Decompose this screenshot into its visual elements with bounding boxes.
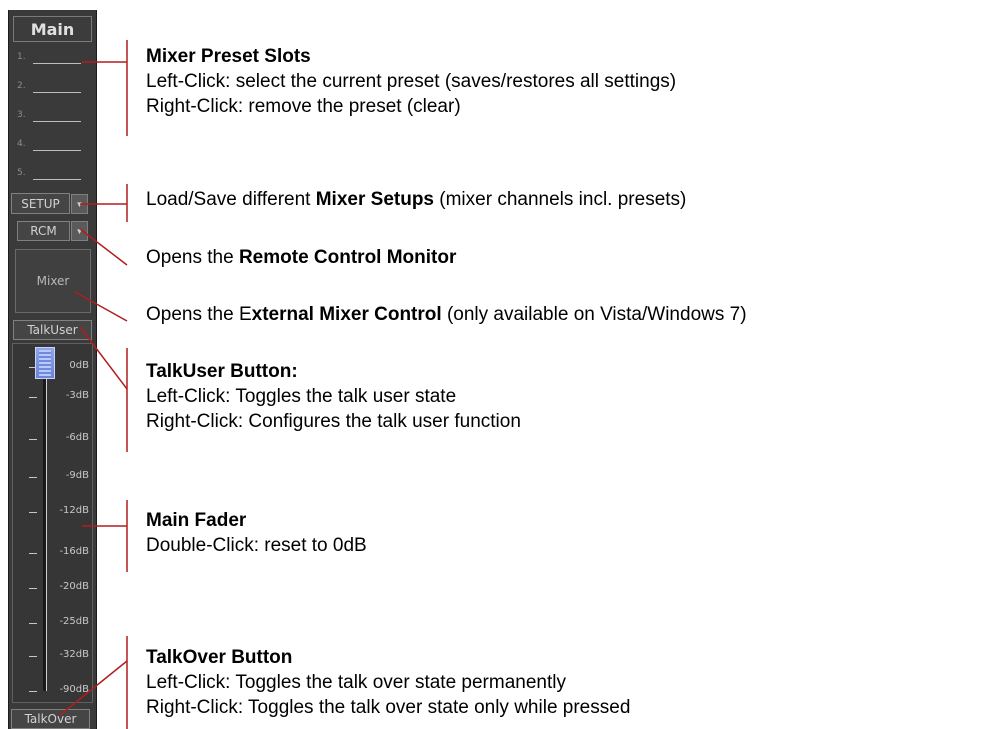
callout-line: Left-Click: Toggles the talk over state …	[146, 672, 566, 693]
talkover-leader	[59, 660, 128, 716]
callout-talkover: TalkOver Button Left-Click: Toggles the …	[146, 645, 630, 720]
callout-line: Double-Click: reset to 0dB	[146, 535, 367, 556]
callout-title: Mixer Preset Slots	[146, 46, 311, 67]
callout-line: Right-Click: Configures the talk user fu…	[146, 411, 521, 432]
callout-text: (mixer channels incl. presets)	[434, 189, 687, 210]
callout-setup: Load/Save different Mixer Setups (mixer …	[146, 187, 686, 212]
callout-line: Left-Click: Toggles the talk user state	[146, 386, 457, 407]
callout-line: Right-Click: Toggles the talk over state…	[146, 697, 631, 718]
callout-bold: Remote Control Monitor	[238, 247, 457, 268]
callout-talkuser: TalkUser Button: Left-Click: Toggles the…	[146, 359, 521, 434]
rcm-leader	[79, 228, 128, 266]
callout-title: TalkUser Button:	[146, 361, 298, 382]
callout-title: Main Fader	[146, 510, 247, 531]
callout-text: Load/Save different	[146, 189, 316, 210]
callout-text: Opens the	[146, 247, 239, 268]
talkuser-leader	[79, 326, 128, 390]
callout-rcm: Opens the Remote Control Monitor	[146, 245, 456, 270]
callout-external-mixer: Opens the External Mixer Control (only a…	[146, 302, 747, 327]
mixer-leader	[74, 291, 128, 322]
callout-bold: xternal Mixer Control	[251, 304, 442, 325]
callout-text: (only available on Vista/Windows 7)	[441, 304, 747, 325]
callout-text: Opens the E	[146, 304, 252, 325]
callout-fader: Main Fader Double-Click: reset to 0dB	[146, 508, 367, 558]
callout-title: TalkOver Button	[146, 647, 293, 668]
callout-line: Right-Click: remove the preset (clear)	[146, 96, 461, 117]
callout-presets: Mixer Preset Slots Left-Click: select th…	[146, 44, 676, 119]
callout-line: Left-Click: select the current preset (s…	[146, 71, 677, 92]
callout-bold: Mixer Setups	[315, 189, 434, 210]
